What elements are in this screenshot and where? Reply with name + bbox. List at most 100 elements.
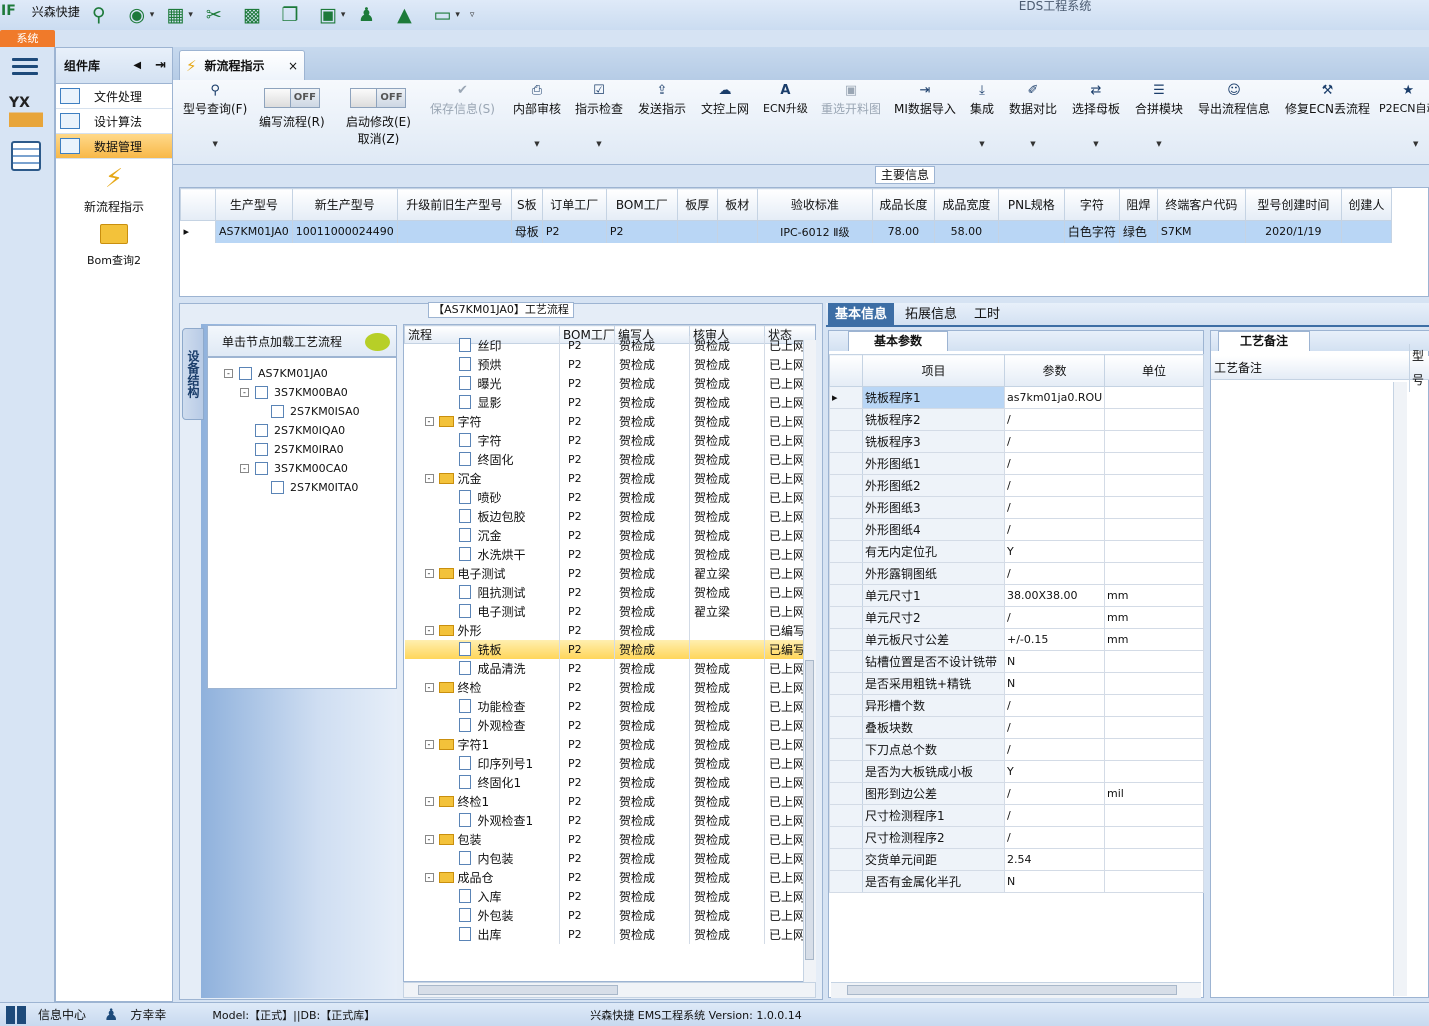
collapse-icon[interactable]: - — [424, 682, 434, 692]
table-row[interactable]: - 外形 P2 贺检成 已编写 — [404, 620, 815, 640]
param-row[interactable]: 外形图纸2/ — [829, 474, 1204, 497]
col-header[interactable]: 生产型号 — [215, 188, 293, 221]
collapse-icon[interactable]: - — [240, 464, 249, 473]
col-header[interactable]: 创建人 — [1340, 188, 1393, 221]
param-row[interactable]: 外形图纸4/ — [829, 518, 1204, 541]
collapse-icon[interactable]: - — [424, 739, 434, 749]
param-row[interactable]: 尺寸检测程序1/ — [829, 804, 1204, 827]
param-row[interactable]: 交货单元间距 2.54 — [829, 848, 1204, 871]
param-row[interactable]: 是否采用粗铣+精铣 N — [829, 672, 1204, 695]
table-row[interactable]: 内包装 P2 贺检成 贺检成 已上网 — [404, 848, 815, 868]
col-header[interactable]: 升级前旧生产型号 — [396, 188, 512, 221]
internal-review-button[interactable]: ⎙ 内部审核 ▼ — [513, 82, 561, 148]
integrate-button[interactable]: ⤓ 集成 ▼ — [970, 82, 994, 148]
info-center-link[interactable]: 信息中心 — [38, 1006, 86, 1023]
table-row[interactable]: 外观检查 P2 贺检成 贺检成 已上网 — [404, 715, 815, 735]
table-row[interactable]: - 终检 P2 贺检成 贺检成 已上网 — [404, 677, 815, 697]
system-tab[interactable]: 系统 — [0, 30, 55, 47]
tab-extended-info[interactable]: 拓展信息 — [898, 303, 964, 327]
close-icon[interactable]: × — [288, 59, 298, 73]
col-header[interactable]: 成品宽度 — [933, 188, 999, 221]
table-row[interactable]: 电子测试 P2 贺检成 翟立梁 已上网 — [404, 601, 815, 621]
param-row[interactable]: 单元板尺寸公差 +/-0.15 mm — [829, 628, 1204, 651]
grid-apps-icon[interactable] — [6, 1005, 26, 1024]
param-row[interactable]: 铣板程序3/ — [829, 430, 1204, 453]
col-header[interactable]: 型号创建时间 — [1244, 188, 1342, 221]
select-mother-board-button[interactable]: ⇄ 选择母板 ▼ — [1072, 82, 1120, 148]
tree-node[interactable]: 2S7KM0IQA0 — [240, 421, 345, 440]
col-header[interactable]: PNL规格 — [997, 188, 1065, 221]
param-row[interactable]: 外形图纸3/ — [829, 496, 1204, 519]
save-info-button[interactable]: ✔ 保存信息(S) — [430, 82, 495, 148]
p2ecn-auto-button[interactable]: ★P2ECN自动▼ — [1379, 82, 1429, 148]
collapse-icon[interactable]: - — [424, 416, 434, 426]
table-row[interactable]: - 字符 P2 贺检成 贺检成 已上网 — [404, 411, 815, 431]
comp-item-design-algorithm[interactable]: 设计算法 — [56, 109, 172, 134]
param-row[interactable]: 钻槽位置是否不设计铣带 N — [829, 650, 1204, 673]
tool-bom-query[interactable]: Bom查询2 — [56, 222, 172, 268]
pin-icon[interactable]: ⇥ — [155, 58, 166, 73]
cancel-button[interactable]: 取消(Z) — [358, 130, 400, 147]
table-row[interactable]: 铣板 P2 贺检成 已编写 — [404, 639, 815, 659]
merge-module-button[interactable]: ☰ 合拼模块 ▼ — [1135, 82, 1183, 148]
param-row[interactable]: 外形图纸1/ — [829, 452, 1204, 475]
tree-node[interactable]: 2S7KM0ITA0 — [256, 478, 358, 497]
table-row[interactable]: 功能检查 P2 贺检成 贺检成 已上网 — [404, 696, 815, 716]
send-instruction-button[interactable]: ⇪ 发送指示 — [638, 82, 686, 148]
table-row[interactable]: 出库 P2 贺检成 贺检成 已上网 — [404, 924, 815, 944]
param-row[interactable]: 图形到边公差 / mil — [829, 782, 1204, 805]
tree-node[interactable]: - AS7KM01JA0 — [224, 364, 328, 383]
scrollbar-thumb[interactable] — [418, 985, 618, 995]
doc-control-online-button[interactable]: ☁ 文控上网 — [701, 82, 749, 148]
param-row[interactable]: 铣板程序2/ — [829, 408, 1204, 431]
table-row[interactable]: 终固化1 P2 贺检成 贺检成 已上网 — [404, 772, 815, 792]
param-row[interactable]: 是否为大板铣成小板 Y — [829, 760, 1204, 783]
tree-node[interactable]: -3S7KM00CA0 — [240, 459, 348, 478]
param-row[interactable]: 下刀点总个数 / — [829, 738, 1204, 761]
table-row[interactable]: 成品清洗 P2 贺检成 贺检成 已上网 — [404, 658, 815, 678]
tree-node[interactable]: 2S7KM0IRA0 — [240, 440, 344, 459]
data-compare-button[interactable]: ✐ 数据对比 ▼ — [1009, 82, 1057, 148]
table-row[interactable]: 丝印 P2 贺检成 贺检成 已上网 — [404, 335, 815, 355]
table-row[interactable]: 印序列号1 P2 贺检成 贺检成 已上网 — [404, 753, 815, 773]
param-row[interactable]: ▸ 铣板程序1 as7km01ja0.ROU — [829, 386, 1204, 409]
collapse-icon[interactable]: - — [224, 369, 233, 378]
table-row[interactable]: - 成品仓 P2 贺检成 贺检成 已上网 — [404, 867, 815, 887]
table-row[interactable]: 曝光 P2 贺检成 贺检成 已上网 — [404, 373, 815, 393]
col-header[interactable]: 订单工厂 — [541, 188, 607, 221]
table-row[interactable]: - 电子测试 P2 贺检成 翟立梁 已上网 — [404, 563, 815, 583]
collapse-icon[interactable]: - — [424, 473, 434, 483]
yx-factory-icon[interactable]: YX — [9, 95, 43, 127]
horizontal-scrollbar[interactable] — [831, 982, 1201, 998]
collapse-icon[interactable]: - — [424, 872, 434, 882]
export-flow-info-button[interactable]: ☺ 导出流程信息 — [1198, 82, 1270, 148]
param-row[interactable]: 异形槽个数 / — [829, 694, 1204, 717]
horizontal-scrollbar[interactable] — [403, 982, 816, 998]
comp-item-data-management[interactable]: 数据管理 — [56, 134, 172, 159]
write-flow-toggle[interactable]: OFF — [263, 88, 320, 108]
param-row[interactable]: 尺寸检测程序2/ — [829, 826, 1204, 849]
param-row[interactable]: 单元尺寸1 38.00X38.00 mm — [829, 584, 1204, 607]
mi-import-button[interactable]: ⇥ MI数据导入 — [894, 82, 956, 148]
col-header[interactable]: 新生产型号 — [291, 188, 398, 221]
collapse-left-icon[interactable]: ◀ — [133, 60, 141, 71]
col-header[interactable]: 验收标准 — [756, 188, 873, 221]
param-row[interactable]: 叠板块数 / — [829, 716, 1204, 739]
tab-new-flow[interactable]: ⚡ 新流程指示 × — [179, 50, 305, 80]
table-row[interactable]: 预烘 P2 贺检成 贺检成 已上网 — [404, 354, 815, 374]
tab-work-hours[interactable]: 工时 — [967, 303, 1007, 327]
ecn-upgrade-button[interactable]: A ECN升级 — [763, 82, 808, 148]
collapse-icon[interactable]: - — [424, 568, 434, 578]
menu-icon[interactable] — [12, 54, 38, 76]
scrollbar-thumb[interactable] — [847, 985, 1177, 995]
collapse-icon[interactable]: - — [424, 834, 434, 844]
table-row[interactable]: 显影 P2 贺检成 贺检成 已上网 — [404, 392, 815, 412]
collapse-icon[interactable]: - — [424, 625, 434, 635]
col-header[interactable]: S板 — [510, 188, 543, 221]
table-row[interactable]: 终固化 P2 贺检成 贺检成 已上网 — [404, 449, 815, 469]
model-query-button[interactable]: ⚲ 型号查询(F) ▼ — [183, 82, 247, 148]
table-row[interactable]: - 终检1 P2 贺检成 贺检成 已上网 — [404, 791, 815, 811]
collapse-icon[interactable]: - — [240, 388, 249, 397]
col-header[interactable]: 字符 — [1063, 188, 1120, 221]
auto-modify-control[interactable]: OFF 启动修改(E) 取消(Z) — [346, 82, 411, 148]
